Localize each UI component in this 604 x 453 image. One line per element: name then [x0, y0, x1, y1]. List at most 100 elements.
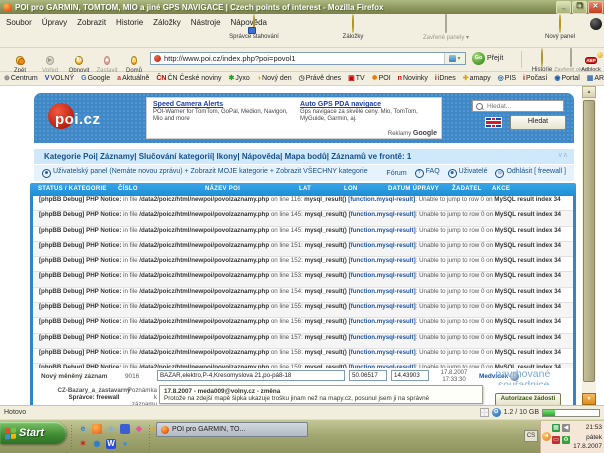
url-dropdown[interactable]: ▾: [444, 53, 465, 64]
lat-input[interactable]: [349, 370, 387, 381]
page-content: poi.cz Speed Camera Alerts POI-Warner fo…: [0, 86, 604, 405]
site-nav-link[interactable]: ⊙Odhlásit [ freewall ]: [495, 168, 566, 178]
closed-panels-button[interactable]: Zavřené panely ▾: [408, 15, 484, 41]
pin-icon[interactable]: ✶: [78, 439, 88, 449]
bookmarks-button[interactable]: Záložky: [328, 15, 378, 40]
recycle-tray-icon[interactable]: ♻: [562, 436, 570, 444]
bookmark-item[interactable]: ✚amapy: [463, 75, 491, 83]
bookmark-item[interactable]: ▣TV: [348, 75, 365, 83]
downloads-icon: [253, 14, 255, 33]
poi-name-input[interactable]: [157, 370, 345, 381]
search-input[interactable]: [485, 102, 563, 111]
bookmark-item[interactable]: ✱Jyxo: [229, 75, 250, 83]
home-button[interactable]: ⌂ Domů: [119, 49, 149, 74]
bookmark-item[interactable]: iPočasí: [523, 75, 547, 83]
user-panel-links[interactable]: Uživatelský panel (Nemáte novou zprávu) …: [53, 168, 368, 175]
bookmark-item[interactable]: iiDnes: [435, 75, 456, 83]
language-indicator[interactable]: CS: [524, 430, 538, 442]
bookmark-item[interactable]: nNovinky: [398, 75, 428, 83]
bookmark-item[interactable]: VVOLNÝ: [45, 75, 74, 83]
explorer-icon[interactable]: e: [106, 424, 116, 434]
bookmark-item[interactable]: GGoogle: [81, 75, 110, 83]
scroll-down-icon[interactable]: ▼: [582, 393, 596, 405]
nav-link-icon: ☻: [448, 169, 457, 178]
url-bar[interactable]: ▾: [150, 52, 466, 65]
url-input[interactable]: [164, 54, 444, 63]
bookmark-label: POI: [379, 75, 391, 82]
column-header[interactable]: LON: [344, 186, 358, 192]
tray-clock[interactable]: 21:53 pátek 17.8.2007: [573, 423, 602, 452]
firefox-icon[interactable]: [92, 424, 102, 434]
site-logo[interactable]: poi.cz: [55, 111, 101, 128]
bookmark-label: Nový den: [262, 75, 292, 82]
tray-icons-row-1: ▦◀: [552, 424, 570, 432]
go-button[interactable]: Go Přejít: [472, 52, 503, 65]
forward-button[interactable]: ► Vpřed: [35, 49, 65, 74]
ad-2-title[interactable]: Auto GPS PDA navigace: [300, 101, 435, 108]
scrollbar-thumb[interactable]: [583, 100, 595, 382]
bookmark-item[interactable]: ▦ARES: [587, 75, 604, 83]
new-tab-button[interactable]: Nový panel: [532, 15, 588, 40]
menu-item-zobrazit[interactable]: Zobrazit: [73, 16, 112, 29]
bookmark-item[interactable]: ✹POI: [372, 75, 391, 83]
bookmark-item[interactable]: ⊕Centrum: [4, 75, 38, 83]
error-row: [phpBB Debug] PHP Notice: in file /data2…: [33, 242, 573, 257]
word-icon[interactable]: W: [106, 439, 116, 449]
menu-item-úpravy[interactable]: Úpravy: [38, 16, 73, 29]
column-header[interactable]: DATUM ÚPRAVY: [388, 186, 439, 192]
bookmark-item[interactable]: aAktuálně: [117, 75, 149, 83]
site-primary-nav[interactable]: Kategorie Poi| Záznamy| Slučování katego…: [34, 149, 574, 164]
column-header[interactable]: LAT: [299, 186, 311, 192]
bookmark-item[interactable]: ◉Portal: [554, 75, 579, 83]
excel-tray-icon[interactable]: ▦: [552, 424, 560, 432]
column-header[interactable]: NÁZEV POI: [205, 186, 240, 192]
stop-button[interactable]: ● Zastavit: [92, 49, 122, 74]
quota-service-icon[interactable]: O: [492, 408, 501, 417]
site-nav-link[interactable]: ?FAQ: [415, 168, 440, 178]
scrollbar[interactable]: ▲ ▼: [582, 86, 596, 405]
ruby-icon[interactable]: ◆: [134, 424, 144, 434]
hide-tray-icons-icon[interactable]: ◂: [542, 432, 551, 441]
window-titlebar[interactable]: POI pro GARMIN, TOMTOM, MIO a jiné GPS N…: [0, 0, 604, 14]
menu-item-soubor[interactable]: Soubor: [2, 16, 38, 29]
scroll-up-icon[interactable]: ▲: [582, 86, 596, 98]
collapse-icon[interactable]: ∨∧: [558, 151, 568, 159]
bookmark-label: ARES: [594, 75, 604, 82]
column-header[interactable]: STATUS / KATEGORIE: [38, 186, 107, 192]
site-search[interactable]: [472, 100, 564, 112]
error-row: [phpBB Debug] PHP Notice: in file /data2…: [33, 196, 573, 211]
bookmark-label: Portal: [561, 75, 579, 82]
column-header[interactable]: ČÍSLO: [118, 186, 138, 192]
ad-1-title[interactable]: Speed Camera Alerts: [153, 101, 288, 108]
restore-button[interactable]: ❐: [572, 1, 587, 14]
close-button[interactable]: ✕: [588, 1, 603, 14]
downloads-manager-button[interactable]: Správce stahování: [218, 15, 290, 40]
player-icon[interactable]: ◉: [92, 439, 102, 449]
reload-button[interactable]: ↻ Obnovit: [64, 49, 94, 74]
monitor-tray-icon[interactable]: ▭: [552, 436, 560, 444]
lon-input[interactable]: [391, 370, 429, 381]
minimize-button[interactable]: _: [556, 1, 571, 14]
ad-1[interactable]: Speed Camera Alerts POI-Warner for TomTo…: [147, 98, 294, 138]
bookmark-item[interactable]: ČNČN České noviny: [156, 75, 221, 83]
bookmark-item[interactable]: ◷Právě dnes: [299, 75, 342, 83]
start-button[interactable]: Start: [0, 422, 66, 444]
menu-item-historie[interactable]: Historie: [112, 16, 149, 29]
sphere-icon[interactable]: ●: [120, 439, 130, 449]
column-header[interactable]: ŽADATEL: [452, 186, 482, 192]
search-button[interactable]: Hledat: [510, 115, 566, 130]
bookmark-item[interactable]: ◑Nový den: [257, 75, 292, 83]
taskbar-task-firefox[interactable]: POI pro GARMIN, TO...: [156, 422, 308, 437]
save-icon[interactable]: [120, 424, 130, 434]
bookmark-item[interactable]: ◎PIS: [498, 75, 516, 83]
back-button[interactable]: ◄ Zpět: [5, 49, 35, 74]
uk-flag-icon[interactable]: [485, 117, 502, 128]
site-nav-link[interactable]: Fórum: [386, 170, 406, 177]
menu-item-záložky[interactable]: Záložky: [149, 16, 187, 29]
volume-icon[interactable]: ◀: [562, 424, 570, 432]
grid-status-icon[interactable]: [480, 408, 489, 417]
column-header[interactable]: AKCE: [492, 186, 510, 192]
ie-icon[interactable]: e: [78, 424, 88, 434]
closed-panels-icon: [445, 14, 447, 33]
site-nav-link[interactable]: ☻Uživatelé: [448, 168, 488, 178]
